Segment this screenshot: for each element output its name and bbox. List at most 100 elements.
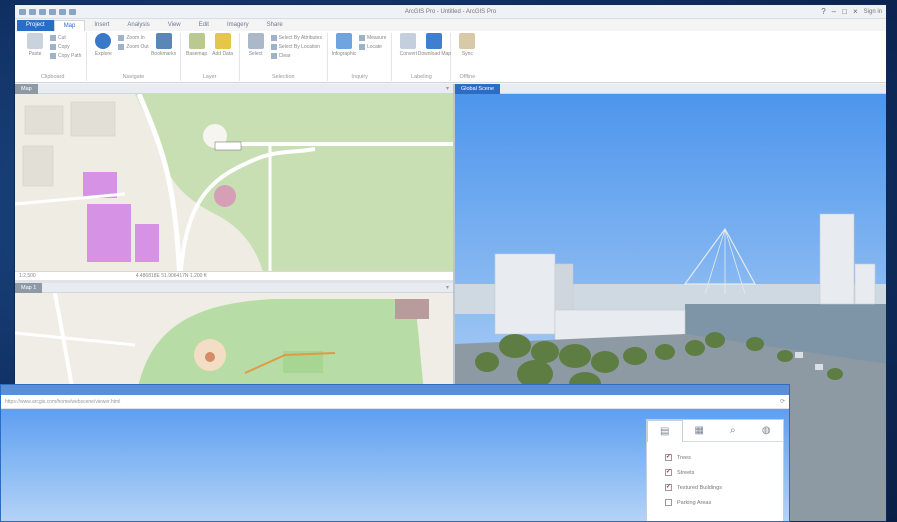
map-status-bar: 1:2,500 4.486818E 51.906417N 1,200 ft xyxy=(15,271,453,280)
group-label: Labeling xyxy=(411,74,432,80)
ribbon: Paste Cut Copy Copy Path Clipboard Explo… xyxy=(15,31,886,83)
app-logo-icon xyxy=(19,8,26,15)
open-icon[interactable] xyxy=(39,8,46,15)
locate-icon xyxy=(358,44,365,50)
basemap-gallery-icon[interactable]: ▦ xyxy=(682,420,716,442)
cut-button[interactable]: Cut xyxy=(50,35,81,41)
tab-share[interactable]: Share xyxy=(258,20,292,31)
layer-checkbox[interactable] xyxy=(665,499,672,506)
paste-button[interactable]: Paste xyxy=(24,33,46,57)
select-icon xyxy=(247,33,264,49)
new-icon[interactable] xyxy=(29,8,36,15)
tab-map[interactable]: Map xyxy=(53,20,86,31)
tab-edit[interactable]: Edit xyxy=(190,20,218,31)
sync-icon xyxy=(459,33,476,49)
group-label: Navigate xyxy=(122,74,145,80)
tab-insert[interactable]: Insert xyxy=(85,20,118,31)
group-labeling: Convert Download Map Labeling xyxy=(392,33,452,81)
panel-toolbar: ▤ ▦ ⌕ ◍ xyxy=(647,420,783,442)
layer-checkbox[interactable]: ✓ xyxy=(665,469,672,476)
zoom-out-icon xyxy=(118,44,125,50)
pin-icon[interactable]: ▾ xyxy=(446,284,449,291)
tab-project[interactable]: Project xyxy=(17,20,54,31)
refresh-icon[interactable]: ⟳ xyxy=(780,398,785,405)
basemap-button[interactable]: Basemap xyxy=(186,33,208,57)
convert-button[interactable]: Convert xyxy=(397,33,419,57)
map-graphic xyxy=(15,93,453,280)
group-label: Inquiry xyxy=(351,74,368,80)
download-map-button[interactable]: Download Map xyxy=(418,33,451,57)
select-by-location-icon xyxy=(270,44,277,50)
group-label: Clipboard xyxy=(40,74,65,80)
clear-icon xyxy=(270,53,277,59)
layer-item[interactable]: ✓ Trees xyxy=(665,450,783,465)
group-clipboard: Paste Cut Copy Copy Path Clipboard xyxy=(19,33,88,81)
group-navigate: Explore Zoom In Zoom Out Bookmarks Navig… xyxy=(87,33,181,81)
map-canvas[interactable]: 1:2,500 4.486818E 51.906417N 1,200 ft xyxy=(15,93,453,280)
tab-map-view[interactable]: Map xyxy=(15,84,38,94)
download-map-icon xyxy=(426,33,443,49)
web-scene-window: https://www.arcgis.com/home/webscene/vie… xyxy=(0,384,790,522)
group-label: Offline xyxy=(459,74,476,80)
select-button[interactable]: Select xyxy=(245,33,267,57)
bookmarks-button[interactable]: Bookmarks xyxy=(151,33,176,57)
tab-imagery[interactable]: Imagery xyxy=(218,20,258,31)
quick-access-toolbar xyxy=(19,8,76,15)
help-icon[interactable]: ? xyxy=(821,7,825,16)
search-icon[interactable]: ⌕ xyxy=(716,420,750,442)
group-label: Selection xyxy=(271,74,295,80)
bookmarks-icon xyxy=(155,33,172,49)
clear-selection-button[interactable]: Clear xyxy=(270,53,322,59)
zoom-out-button[interactable]: Zoom Out xyxy=(118,44,149,50)
scale-readout[interactable]: 1:2,500 xyxy=(19,273,36,279)
explore-icon xyxy=(95,33,112,49)
measure-button[interactable]: Measure xyxy=(358,35,386,41)
tab-map-view-2[interactable]: Map 1 xyxy=(15,283,43,293)
pin-icon[interactable]: ▾ xyxy=(446,85,449,92)
select-by-location-button[interactable]: Select By Location xyxy=(270,44,322,50)
maximize-button[interactable]: □ xyxy=(842,7,847,16)
add-data-button[interactable]: Add Data xyxy=(212,33,234,57)
copy-path-icon xyxy=(50,53,56,59)
zoom-in-icon xyxy=(118,35,125,41)
address-text[interactable]: https://www.arcgis.com/home/webscene/vie… xyxy=(5,399,120,405)
layer-checkbox[interactable]: ✓ xyxy=(665,484,672,491)
layers-icon[interactable]: ▤ xyxy=(647,420,683,442)
copy-button[interactable]: Copy xyxy=(50,44,81,50)
copy-path-button[interactable]: Copy Path xyxy=(50,53,81,59)
ribbon-tabs: Project Map Insert Analysis View Edit Im… xyxy=(15,19,886,31)
explore-button[interactable]: Explore xyxy=(92,33,114,57)
group-selection: Select Select By Attributes Select By Lo… xyxy=(240,33,328,81)
convert-icon xyxy=(400,33,417,49)
web-scene-title-bar xyxy=(1,385,789,395)
zoom-in-button[interactable]: Zoom In xyxy=(118,35,148,41)
tab-view[interactable]: View xyxy=(159,20,190,31)
select-by-attributes-button[interactable]: Select By Attributes xyxy=(270,35,322,41)
layer-checkbox[interactable]: ✓ xyxy=(665,454,672,461)
signin-link[interactable]: Sign in xyxy=(864,9,882,15)
locate-button[interactable]: Locate xyxy=(358,44,386,50)
tab-scene-view[interactable]: Global Scene xyxy=(455,84,501,94)
sync-button[interactable]: Sync xyxy=(456,33,478,57)
minimize-button[interactable]: – xyxy=(832,7,836,16)
infographic-button[interactable]: Infographic xyxy=(332,33,356,57)
map-view-top: Map ▾ 1:2,500 4.486818E 51.906417N 1,200… xyxy=(15,84,453,280)
undo-icon[interactable] xyxy=(59,8,66,15)
close-button[interactable]: × xyxy=(853,7,858,16)
layer-item[interactable]: ✓ Textured Buildings xyxy=(665,480,783,495)
basemap-icon xyxy=(188,33,205,49)
measure-icon xyxy=(358,35,365,41)
tab-analysis[interactable]: Analysis xyxy=(118,20,158,31)
group-layer: Basemap Add Data Layer xyxy=(181,33,240,81)
address-bar: https://www.arcgis.com/home/webscene/vie… xyxy=(1,395,789,409)
layer-item[interactable]: ✓ Streets xyxy=(665,465,783,480)
group-label: Layer xyxy=(202,74,217,80)
cut-icon xyxy=(50,35,56,41)
layer-item[interactable]: Parking Areas xyxy=(665,495,783,510)
save-icon[interactable] xyxy=(49,8,56,15)
add-data-icon xyxy=(214,33,231,49)
redo-icon[interactable] xyxy=(69,8,76,15)
globe-icon[interactable]: ◍ xyxy=(749,420,783,442)
coordinate-readout: 4.486818E 51.906417N 1,200 ft xyxy=(135,273,207,279)
paste-icon xyxy=(27,33,43,49)
